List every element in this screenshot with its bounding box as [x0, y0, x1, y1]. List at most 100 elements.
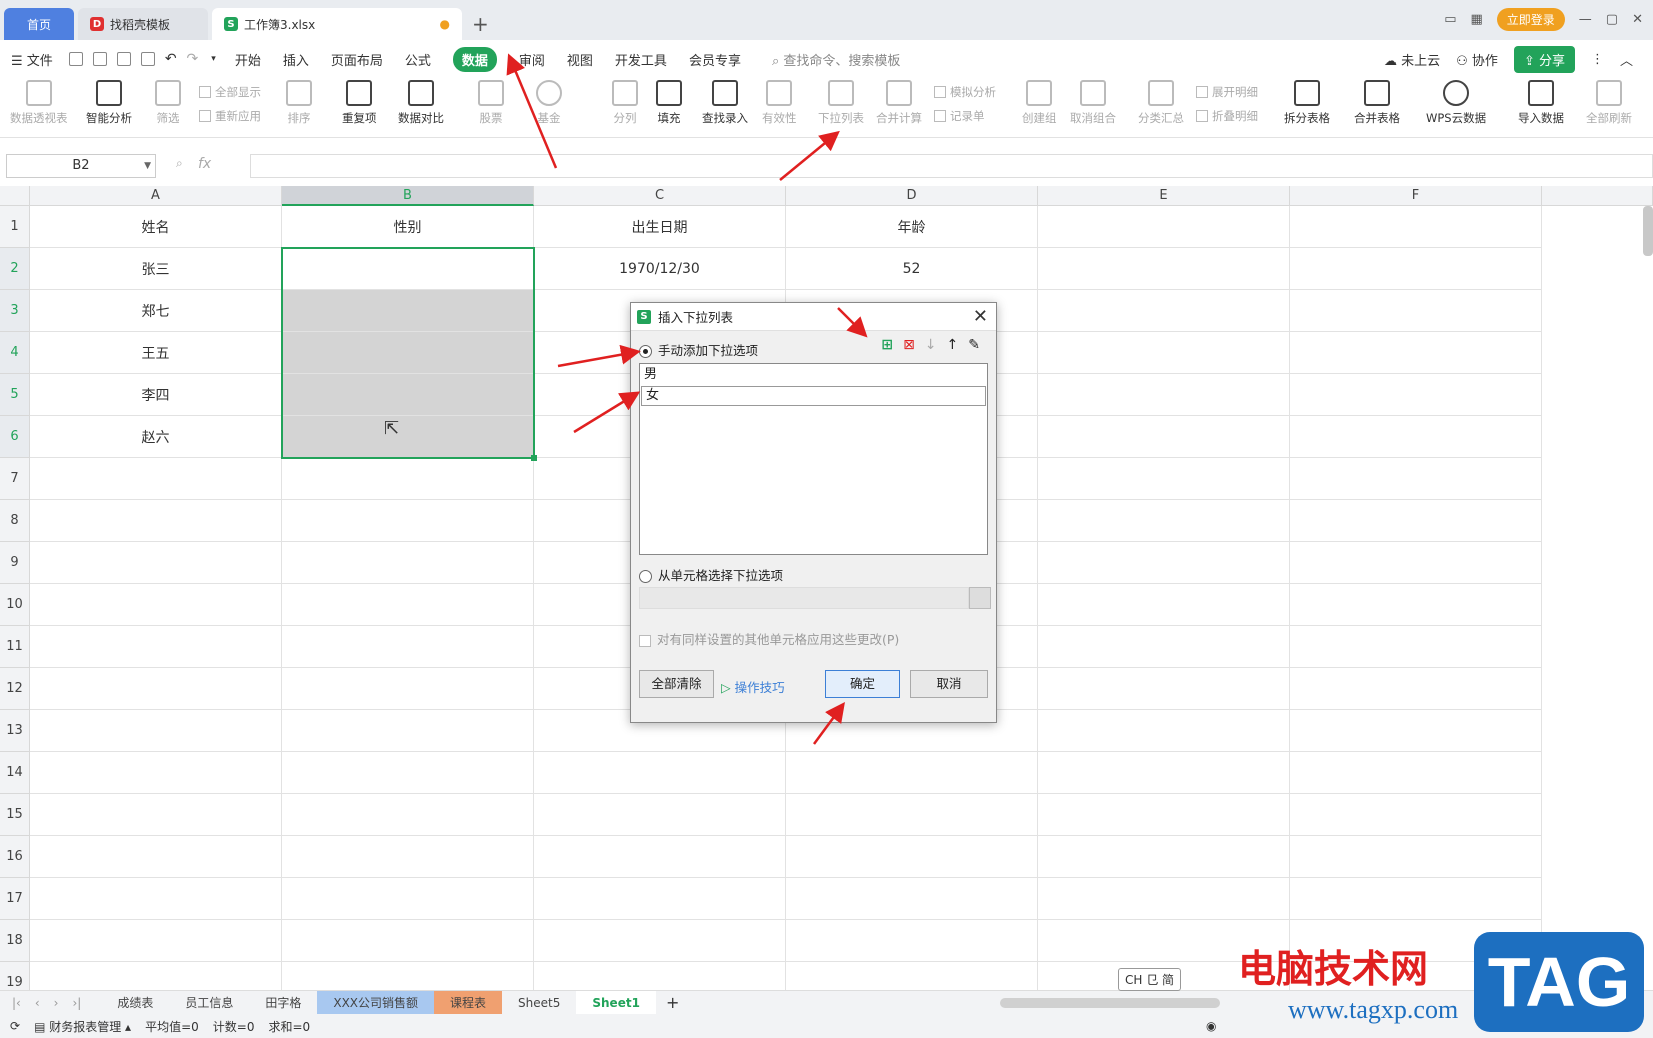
edit-icon[interactable]: ✎ [968, 337, 980, 353]
tab-home[interactable]: 首页 [4, 8, 74, 40]
menu-start[interactable]: 开始 [235, 50, 261, 69]
ungroup-button[interactable]: 取消组合 [1070, 80, 1116, 126]
cell-F12[interactable] [1290, 668, 1542, 710]
cell-A5[interactable]: 李四 [30, 374, 282, 416]
close-icon[interactable]: ✕ [1632, 12, 1643, 27]
sheet-tab[interactable]: XXX公司销售额 [317, 990, 435, 1015]
cell-E5[interactable] [1038, 374, 1290, 416]
cell-B14[interactable] [282, 752, 534, 794]
expand-detail-button[interactable]: 展开明细 [1196, 84, 1258, 100]
menu-page-layout[interactable]: 页面布局 [331, 50, 383, 69]
cell-A11[interactable] [30, 626, 282, 668]
consolidate-button[interactable]: 合并计算 [876, 80, 922, 126]
row-header-13[interactable]: 13 [0, 710, 30, 752]
save-icon[interactable] [68, 52, 83, 66]
row-header-12[interactable]: 12 [0, 668, 30, 710]
fill-button[interactable]: 填充 [656, 80, 682, 126]
filter-button[interactable]: 筛选 [155, 80, 181, 126]
add-sheet-icon[interactable]: + [666, 993, 679, 1012]
sort-button[interactable]: 排序 [286, 80, 312, 126]
zoom-formula-icon[interactable]: ⌕ [176, 156, 183, 171]
menu-insert[interactable]: 插入 [283, 50, 309, 69]
ime-indicator[interactable]: CH ⺋ 简 [1118, 968, 1182, 991]
cell-A14[interactable] [30, 752, 282, 794]
horizontal-scrollbar[interactable] [1000, 998, 1220, 1008]
redo-icon[interactable]: ↷ [187, 51, 199, 67]
cell-D17[interactable] [786, 878, 1038, 920]
cell-F13[interactable] [1290, 710, 1542, 752]
apply-all-checkbox[interactable]: 对有同样设置的其他单元格应用这些更改(P) [639, 629, 899, 648]
cell-C1[interactable]: 出生日期 [534, 206, 786, 248]
move-down-icon[interactable]: ↓ [925, 337, 937, 353]
cell-A13[interactable] [30, 710, 282, 752]
cell-F14[interactable] [1290, 752, 1542, 794]
row-header-2[interactable]: 2 [0, 248, 30, 290]
sheet-tab[interactable]: 课程表 [434, 990, 503, 1015]
first-sheet-icon[interactable]: |‹ [12, 996, 21, 1010]
cell-F9[interactable] [1290, 542, 1542, 584]
cell-E13[interactable] [1038, 710, 1290, 752]
cell-E1[interactable] [1038, 206, 1290, 248]
range-picker-icon[interactable] [969, 587, 991, 609]
row-header-17[interactable]: 17 [0, 878, 30, 920]
row-header-16[interactable]: 16 [0, 836, 30, 878]
tips-link[interactable]: ▷ 操作技巧 [721, 677, 785, 696]
cell-C14[interactable] [534, 752, 786, 794]
row-header-8[interactable]: 8 [0, 500, 30, 542]
export-icon[interactable] [92, 52, 107, 66]
cell-A17[interactable] [30, 878, 282, 920]
column-header-E[interactable]: E [1038, 186, 1290, 206]
preview-icon[interactable] [140, 52, 155, 66]
manual-option[interactable]: 手动添加下拉选项 [639, 340, 758, 359]
cell-E15[interactable] [1038, 794, 1290, 836]
row-header-9[interactable]: 9 [0, 542, 30, 584]
cell-C2[interactable]: 1970/12/30 [534, 248, 786, 290]
prev-sheet-icon[interactable]: ‹ [35, 996, 40, 1010]
row-header-14[interactable]: 14 [0, 752, 30, 794]
cell-A16[interactable] [30, 836, 282, 878]
cell-E3[interactable] [1038, 290, 1290, 332]
minimize-icon[interactable]: — [1579, 12, 1592, 27]
cloud-status[interactable]: ☁ 未上云 [1384, 50, 1440, 69]
name-box[interactable]: B2 ▼ [6, 154, 156, 178]
cell-F17[interactable] [1290, 878, 1542, 920]
vertical-scrollbar[interactable] [1643, 206, 1653, 256]
cell-E10[interactable] [1038, 584, 1290, 626]
split-sheet-button[interactable]: 拆分表格 [1284, 80, 1330, 126]
cell-B16[interactable] [282, 836, 534, 878]
print-icon[interactable] [116, 52, 131, 66]
add-item-icon[interactable]: ⊞ [881, 337, 893, 353]
import-data-button[interactable]: 导入数据 [1518, 80, 1564, 126]
cell-B15[interactable] [282, 794, 534, 836]
cell-B10[interactable] [282, 584, 534, 626]
new-tab-button[interactable]: + [472, 8, 489, 40]
menu-developer[interactable]: 开发工具 [615, 50, 667, 69]
show-all-button[interactable]: 全部显示 [199, 84, 261, 100]
cell-range-input[interactable] [639, 587, 969, 609]
column-header-B[interactable]: B [282, 186, 534, 206]
dropdown-list-button[interactable]: 下拉列表 [818, 80, 864, 126]
cell-E6[interactable] [1038, 416, 1290, 458]
cell-D16[interactable] [786, 836, 1038, 878]
grid-icon[interactable]: ▦ [1470, 12, 1482, 27]
radio-from-cell[interactable] [639, 570, 652, 583]
sheet-tab[interactable]: Sheet5 [502, 991, 576, 1015]
radio-manual[interactable] [639, 345, 652, 358]
share-button[interactable]: ⇪ 分享 [1513, 46, 1575, 73]
maximize-icon[interactable]: ▢ [1606, 12, 1618, 27]
ok-button[interactable]: 确定 [825, 670, 900, 698]
wps-cloud-data-button[interactable]: WPS云数据 [1426, 80, 1486, 126]
cell-E16[interactable] [1038, 836, 1290, 878]
next-sheet-icon[interactable]: › [54, 996, 59, 1010]
collapse-detail-button[interactable]: 折叠明细 [1196, 108, 1258, 124]
cell-F16[interactable] [1290, 836, 1542, 878]
list-item-editing[interactable]: 女 [641, 386, 986, 406]
tab-template[interactable]: D 找稻壳模板 [78, 8, 208, 40]
cell-F1[interactable] [1290, 206, 1542, 248]
eye-icon[interactable]: ◉ [1206, 1019, 1216, 1033]
pivot-table-button[interactable]: 数据透视表 [10, 80, 68, 126]
create-group-button[interactable]: 创建组 [1022, 80, 1057, 126]
cell-B18[interactable] [282, 920, 534, 962]
cell-B13[interactable] [282, 710, 534, 752]
select-all-corner[interactable] [0, 186, 30, 206]
